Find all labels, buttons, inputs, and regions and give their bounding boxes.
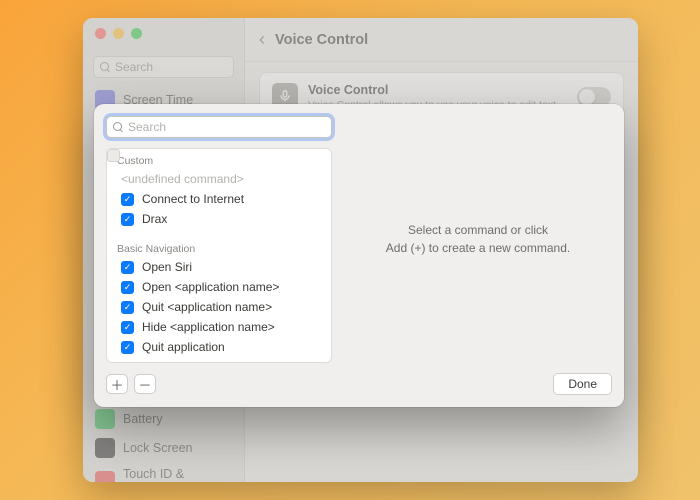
command-checkbox[interactable] [121,321,134,334]
command-row[interactable]: Open <application name> [107,277,331,297]
commands-left-panel: Custom <undefined command> Connect to Inte… [106,116,332,363]
command-label: Drax [142,212,167,226]
commands-search-input[interactable] [128,120,325,134]
command-row[interactable]: Quit application [107,337,331,357]
commands-footer: ＋ － Done [106,363,612,395]
command-row[interactable]: Drax [107,209,331,229]
command-row[interactable]: <undefined command> [107,169,331,189]
command-label: <undefined command> [121,172,244,186]
commands-list[interactable]: Custom <undefined command> Connect to Inte… [106,148,332,363]
command-label: Open <application name> [142,280,279,294]
hint-line-2: Add (+) to create a new command. [386,241,570,255]
command-label: Hide <application name> [142,320,275,334]
command-checkbox[interactable] [121,193,134,206]
command-checkbox[interactable] [121,301,134,314]
command-label: Connect to Internet [142,192,244,206]
command-label: Quit application [142,340,225,354]
command-label: Open Siri [142,260,192,274]
commands-search[interactable] [106,116,332,138]
command-label: Quit <application name> [142,300,272,314]
hint-line-1: Select a command or click [408,223,548,237]
command-checkbox[interactable] [107,149,120,162]
command-checkbox[interactable] [121,261,134,274]
commands-section-header: Custom [107,149,331,169]
commands-detail-placeholder: Select a command or click Add (+) to cre… [344,116,612,363]
command-row[interactable]: Hide <application name> [107,317,331,337]
search-icon [113,122,124,133]
add-command-button[interactable]: ＋ [106,374,128,394]
command-checkbox[interactable] [121,213,134,226]
command-checkbox[interactable] [121,341,134,354]
commands-modal: Custom <undefined command> Connect to Inte… [94,104,624,407]
command-row[interactable]: Quit <application name> [107,297,331,317]
command-checkbox[interactable] [121,281,134,294]
done-button[interactable]: Done [553,373,612,395]
remove-command-button[interactable]: － [134,374,156,394]
commands-section-header: Basic Navigation [107,237,331,257]
command-row[interactable]: Open Siri [107,257,331,277]
command-row[interactable]: Connect to Internet [107,189,331,209]
